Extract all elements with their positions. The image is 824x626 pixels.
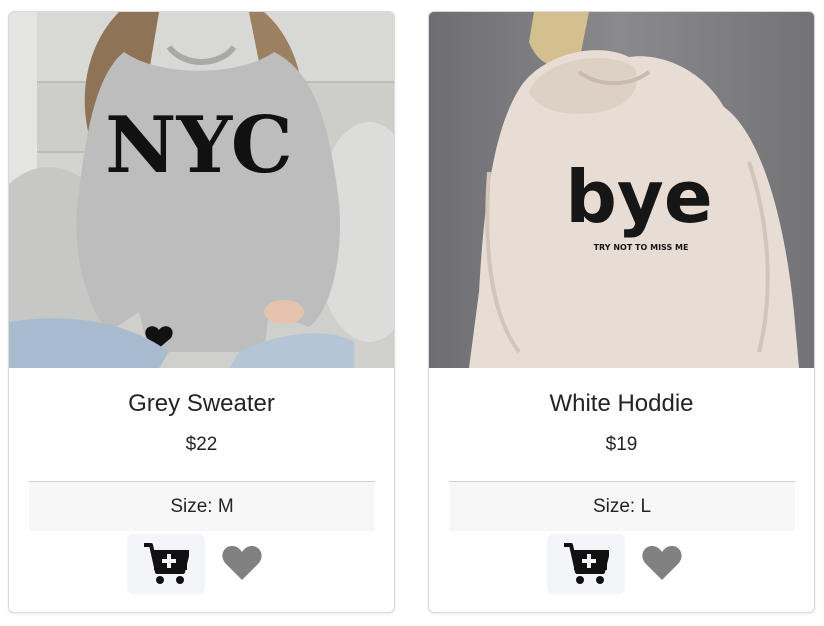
product-image[interactable]: NYC	[9, 12, 394, 368]
product-price: $22	[185, 434, 218, 455]
favorite-button[interactable]	[219, 542, 265, 586]
heart-icon	[642, 545, 682, 580]
add-to-cart-icon	[564, 543, 609, 584]
svg-text:TRY NOT TO MISS ME: TRY NOT TO MISS ME	[594, 243, 689, 252]
favorite-button[interactable]	[639, 542, 685, 586]
product-size: Size: L	[449, 481, 795, 531]
product-image[interactable]: bye TRY NOT TO MISS ME	[429, 12, 814, 368]
svg-text:bye: bye	[565, 155, 712, 239]
product-card[interactable]: NYC Grey Sweater $22 Size: M	[8, 11, 395, 613]
product-title: White Hoddie	[549, 390, 694, 417]
product-size: Size: M	[29, 481, 375, 531]
product-grid: NYC Grey Sweater $22 Size: M bye TRY NOT…	[0, 0, 824, 626]
add-to-cart-icon	[144, 543, 189, 584]
product-actions	[9, 532, 394, 594]
heart-icon	[222, 545, 262, 580]
product-price: $19	[605, 434, 638, 455]
product-actions	[429, 532, 814, 594]
add-to-cart-button[interactable]	[547, 534, 625, 594]
svg-text:NYC: NYC	[105, 100, 293, 191]
product-card[interactable]: bye TRY NOT TO MISS ME White Hoddie $19 …	[428, 11, 815, 613]
add-to-cart-button[interactable]	[127, 534, 205, 594]
product-title: Grey Sweater	[128, 390, 275, 417]
